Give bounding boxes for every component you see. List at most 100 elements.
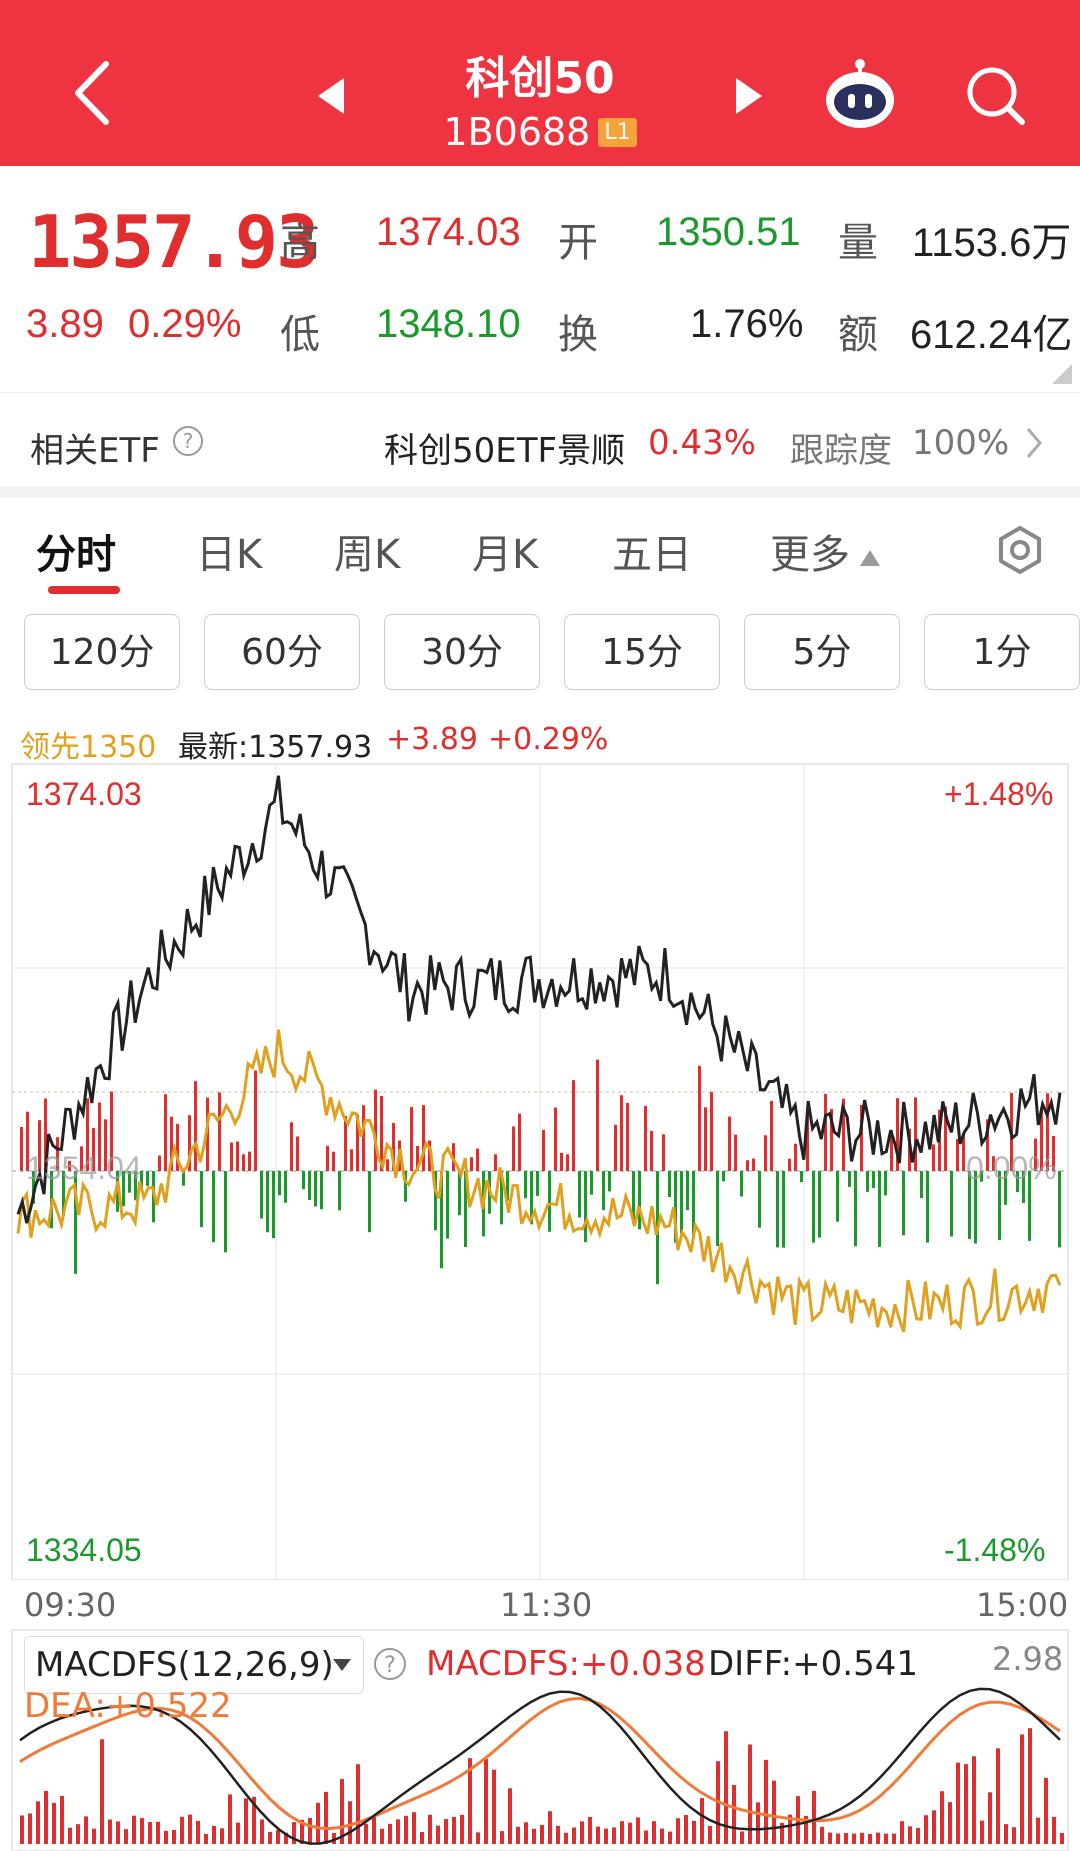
macd-bar [276, 1829, 280, 1844]
settings-hexagon-icon[interactable] [994, 524, 1046, 576]
price-line [16, 775, 1062, 1224]
volume-bar [368, 1171, 371, 1233]
period-1min-button[interactable]: 1分 [924, 614, 1080, 690]
macd-bar [964, 1764, 968, 1844]
macd-bar [620, 1821, 624, 1844]
search-icon[interactable] [964, 64, 1028, 128]
volume-bar [902, 1171, 905, 1236]
volume-bar [194, 1081, 197, 1171]
tab-weekly-k[interactable]: 周K [334, 522, 400, 580]
macd-bar [556, 1825, 560, 1844]
macd-bar [548, 1811, 552, 1844]
volume-bar [956, 1138, 959, 1171]
volume-bar [254, 1070, 257, 1171]
volume-bar [932, 1144, 935, 1171]
volume-bar [698, 1065, 701, 1171]
tab-monthly-k[interactable]: 月K [472, 522, 538, 580]
macd-bar [836, 1833, 840, 1844]
volume-bar [608, 1171, 611, 1192]
macd-bar [452, 1816, 456, 1844]
macd-bar [876, 1832, 880, 1844]
expand-corner-icon[interactable] [1052, 364, 1072, 384]
macd-bar [188, 1814, 192, 1844]
tab-intraday[interactable]: 分时 [36, 522, 116, 580]
stock-code-line: 1B0688 L1 [0, 110, 1080, 154]
open-value: 1350.51 [656, 210, 801, 254]
next-stock-icon[interactable] [734, 78, 762, 114]
macd-bar [388, 1823, 392, 1844]
macd-bar [164, 1830, 168, 1844]
volume-bar [146, 1171, 149, 1186]
volume-bar [524, 1171, 527, 1199]
macd-bar [204, 1833, 208, 1844]
macd-bar [348, 1801, 352, 1844]
period-5min-button[interactable]: 5分 [744, 614, 900, 690]
volume-bar [710, 1091, 713, 1171]
macd-bar [1036, 1817, 1040, 1844]
volume-bar [362, 1105, 365, 1171]
macd-bar [132, 1815, 136, 1844]
macd-bar [956, 1762, 960, 1844]
section-divider [0, 486, 1080, 498]
tab-five-day[interactable]: 五日 [612, 522, 692, 580]
macd-bar [524, 1822, 528, 1844]
tab-more[interactable]: 更多 [770, 522, 882, 580]
macd-bar [948, 1802, 952, 1844]
macd-bar [508, 1788, 512, 1844]
low-value: 1348.10 [376, 302, 521, 346]
macd-bar [116, 1821, 120, 1844]
period-120min-button[interactable]: 120分 [24, 614, 180, 690]
tab-more-label: 更多 [770, 532, 850, 578]
macd-bar [940, 1791, 944, 1844]
macd-bar [604, 1828, 608, 1844]
help-icon[interactable]: ? [172, 425, 204, 457]
period-15min-button[interactable]: 15分 [564, 614, 720, 690]
volume-bar [614, 1124, 617, 1171]
time-start: 09:30 [24, 1586, 117, 1624]
turnover-label: 换 [558, 312, 598, 358]
macd-bar [652, 1821, 656, 1844]
axis-mid-pct: 0.00% [966, 1150, 1057, 1186]
volume-bar [326, 1145, 329, 1171]
price-change: 3.89 [26, 302, 104, 346]
period-30min-button[interactable]: 30分 [384, 614, 540, 690]
macd-bar [892, 1833, 896, 1844]
volume-bar [680, 1171, 683, 1234]
macd-bar [1012, 1827, 1016, 1844]
macd-bar [124, 1829, 128, 1844]
macd-bar [396, 1819, 400, 1844]
macd-bar [636, 1817, 640, 1844]
volume-bar [20, 1126, 23, 1171]
macd-bar [860, 1832, 864, 1844]
volume-bar [746, 1160, 749, 1171]
macd-bar [988, 1792, 992, 1844]
volume-bar [272, 1171, 275, 1239]
macd-help-icon[interactable]: ? [372, 1646, 408, 1682]
price-change-pct: 0.29% [128, 302, 242, 346]
axis-bottom-price: 1334.05 [26, 1532, 142, 1568]
macd-bar [148, 1822, 152, 1844]
robot-assistant-icon[interactable] [822, 56, 898, 132]
period-60min-button[interactable]: 60分 [204, 614, 360, 690]
volume-bar [734, 1134, 737, 1171]
volume-bar [836, 1171, 839, 1222]
intraday-chart[interactable] [0, 760, 1080, 1580]
indicator-name: MACDFS(12,26,9) [35, 1645, 334, 1685]
volume-bar [776, 1171, 779, 1248]
volume-bar [230, 1142, 233, 1171]
related-etf-row[interactable]: 相关ETF ? 科创50ETF景顺 0.43% 跟踪度 100% [0, 392, 1080, 487]
volume-bar [722, 1171, 725, 1182]
tab-daily-k[interactable]: 日K [196, 522, 262, 580]
macd-bar [108, 1819, 112, 1844]
macd-bar [980, 1820, 984, 1844]
volume-bar [704, 1107, 707, 1171]
chevron-right-icon[interactable] [1024, 427, 1044, 459]
axis-mid-price: 1354.04 [26, 1150, 142, 1186]
volume-bar [854, 1171, 857, 1247]
volume-bar [794, 1143, 797, 1171]
macd-bar [364, 1823, 368, 1844]
macd-bar [172, 1829, 176, 1844]
volume-bar [386, 1159, 389, 1171]
volume-bar [164, 1094, 167, 1171]
low-label: 低 [280, 312, 320, 358]
